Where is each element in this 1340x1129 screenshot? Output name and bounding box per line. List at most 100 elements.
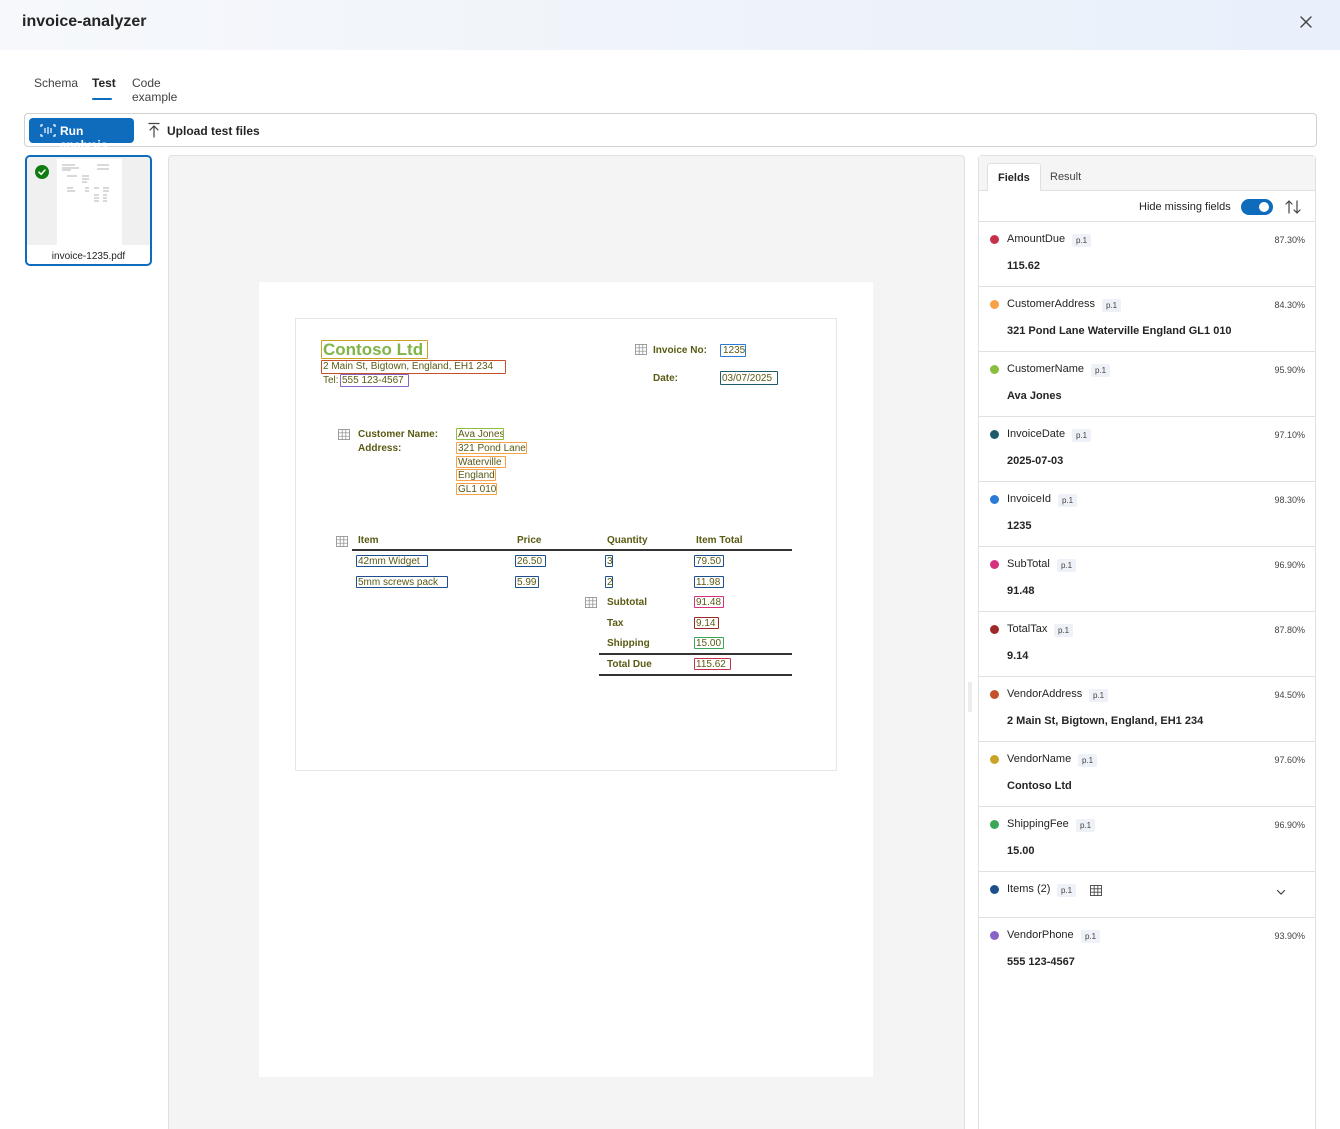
field-value: 91.48 [1007,585,1035,597]
document-page: Contoso Ltd 2 Main St, Bigtown, England,… [259,282,873,1077]
field-color-dot [990,820,999,829]
field-row[interactable]: CustomerName p.1 95.90% Ava Jones [979,351,1315,416]
subtotal-label: Subtotal [607,597,647,608]
page-badge: p.1 [1057,559,1077,572]
field-color-dot [990,235,999,244]
top-bar: invoice-analyzer [0,0,1340,50]
hide-missing-fields-label: Hide missing fields [1139,201,1231,213]
tab-schema[interactable]: Schema [24,70,88,96]
close-icon [1300,16,1312,28]
upload-icon [148,122,160,138]
field-value: Contoso Ltd [1007,780,1072,792]
field-color-dot [990,300,999,309]
invoice-tel-label: Tel: [323,375,339,386]
field-row-table[interactable]: Items (2) p.1 [979,871,1315,917]
item-highlight[interactable] [356,555,428,567]
vendor-phone-highlight[interactable] [340,374,409,387]
field-color-dot [990,365,999,374]
toolbar: Run analysis Upload test files [24,113,1317,152]
field-row[interactable]: VendorAddress p.1 94.50% 2 Main St, Bigtown… [979,676,1315,741]
total-due-highlight[interactable] [694,658,731,670]
field-value: 2 Main St, Bigtown, England, EH1 234 [1007,715,1204,727]
field-row[interactable]: InvoiceDate p.1 97.10% 2025-07-03 [979,416,1315,481]
upload-test-files-button[interactable]: Upload test files [145,118,265,143]
close-button[interactable] [1296,12,1316,32]
customer-address-highlight[interactable] [456,469,496,481]
customer-address-highlight[interactable] [456,483,497,495]
sort-icon [1285,200,1301,214]
items-header-rule [352,549,792,551]
field-row[interactable]: SubTotal p.1 96.90% 91.48 [979,546,1315,611]
tab-code-example[interactable]: Code example [122,70,187,110]
panel-tab-bar: Fields Result [979,156,1315,191]
page-badge: p.1 [1081,930,1101,943]
fields-panel: Fields Result Hide missing fields Amount… [978,155,1316,1129]
tab-result[interactable]: Result [1040,163,1091,191]
field-confidence: 98.30% [1274,495,1305,505]
item-highlight[interactable] [356,576,448,588]
field-row[interactable]: VendorPhone p.1 93.90% 555 123-4567 [979,917,1315,982]
document-viewer[interactable]: Contoso Ltd 2 Main St, Bigtown, England,… [168,155,965,1129]
totals-bottom-rule [599,674,792,676]
panel-resize-handle[interactable] [968,682,972,712]
upload-test-files-label: Upload test files [167,124,260,138]
invoice-date-highlight[interactable] [720,371,778,385]
vendor-name-highlight[interactable] [321,340,428,359]
field-value: 321 Pond Lane Waterville England GL1 010 [1007,325,1232,337]
field-color-dot [990,625,999,634]
table-icon [585,597,597,608]
field-color-dot [990,755,999,764]
field-confidence: 94.50% [1274,690,1305,700]
page-badge: p.1 [1072,429,1092,442]
tax-label: Tax [607,618,624,629]
field-confidence: 84.30% [1274,300,1305,310]
invoice-id-highlight[interactable] [720,344,746,357]
field-row[interactable]: VendorName p.1 97.60% Contoso Ltd [979,741,1315,806]
field-confidence: 96.90% [1274,820,1305,830]
table-icon[interactable] [1090,885,1102,896]
item-highlight[interactable] [515,576,539,588]
item-highlight[interactable] [605,576,613,588]
item-highlight[interactable] [515,555,546,567]
file-thumbnail[interactable]: invoice-1235.pdf [25,155,152,266]
toggle-knob [1259,202,1269,212]
customer-name-label: Customer Name: [358,429,439,440]
field-color-dot [990,495,999,504]
field-row[interactable]: InvoiceId p.1 98.30% 1235 [979,481,1315,546]
totals-rule [599,653,792,655]
field-value: 15.00 [1007,845,1035,857]
invoice-date-label: Date: [653,373,679,384]
vendor-address-highlight[interactable] [321,360,506,374]
field-row[interactable]: ShippingFee p.1 96.90% 15.00 [979,806,1315,871]
chevron-down-icon[interactable] [1275,886,1287,898]
field-row[interactable]: AmountDue p.1 87.30% 115.62 [979,221,1315,286]
item-highlight[interactable] [694,555,724,567]
item-highlight[interactable] [694,576,724,588]
shipping-label: Shipping [607,638,650,649]
items-header-price: Price [517,535,542,546]
field-name: VendorName [1007,753,1072,765]
item-highlight[interactable] [605,555,613,567]
shipping-highlight[interactable] [694,637,724,649]
thumbnail-page [57,159,122,245]
field-confidence: 87.30% [1274,235,1305,245]
customer-name-highlight[interactable] [456,428,504,440]
sort-button[interactable] [1284,198,1302,216]
customer-address-highlight[interactable] [456,456,506,468]
field-row[interactable]: CustomerAddress p.1 84.30% 321 Pond Lane Wa… [979,286,1315,351]
tab-fields[interactable]: Fields [987,163,1041,191]
run-analysis-button[interactable]: Run analysis [29,118,134,152]
field-value: 115.62 [1007,260,1041,272]
field-name: ShippingFee [1007,818,1069,830]
tab-test[interactable]: Test [82,70,126,96]
active-tab-indicator [92,98,112,100]
subtotal-highlight[interactable] [694,596,724,608]
tax-highlight[interactable] [694,617,719,629]
hide-missing-fields-toggle[interactable] [1241,199,1273,215]
thumbnail-preview [27,157,150,245]
thumbnail-lines [62,164,109,202]
customer-address-highlight[interactable] [456,442,527,454]
field-row[interactable]: TotalTax p.1 87.80% 9.14 [979,611,1315,676]
page-badge: p.1 [1078,754,1098,767]
page-badge: p.1 [1072,234,1092,247]
